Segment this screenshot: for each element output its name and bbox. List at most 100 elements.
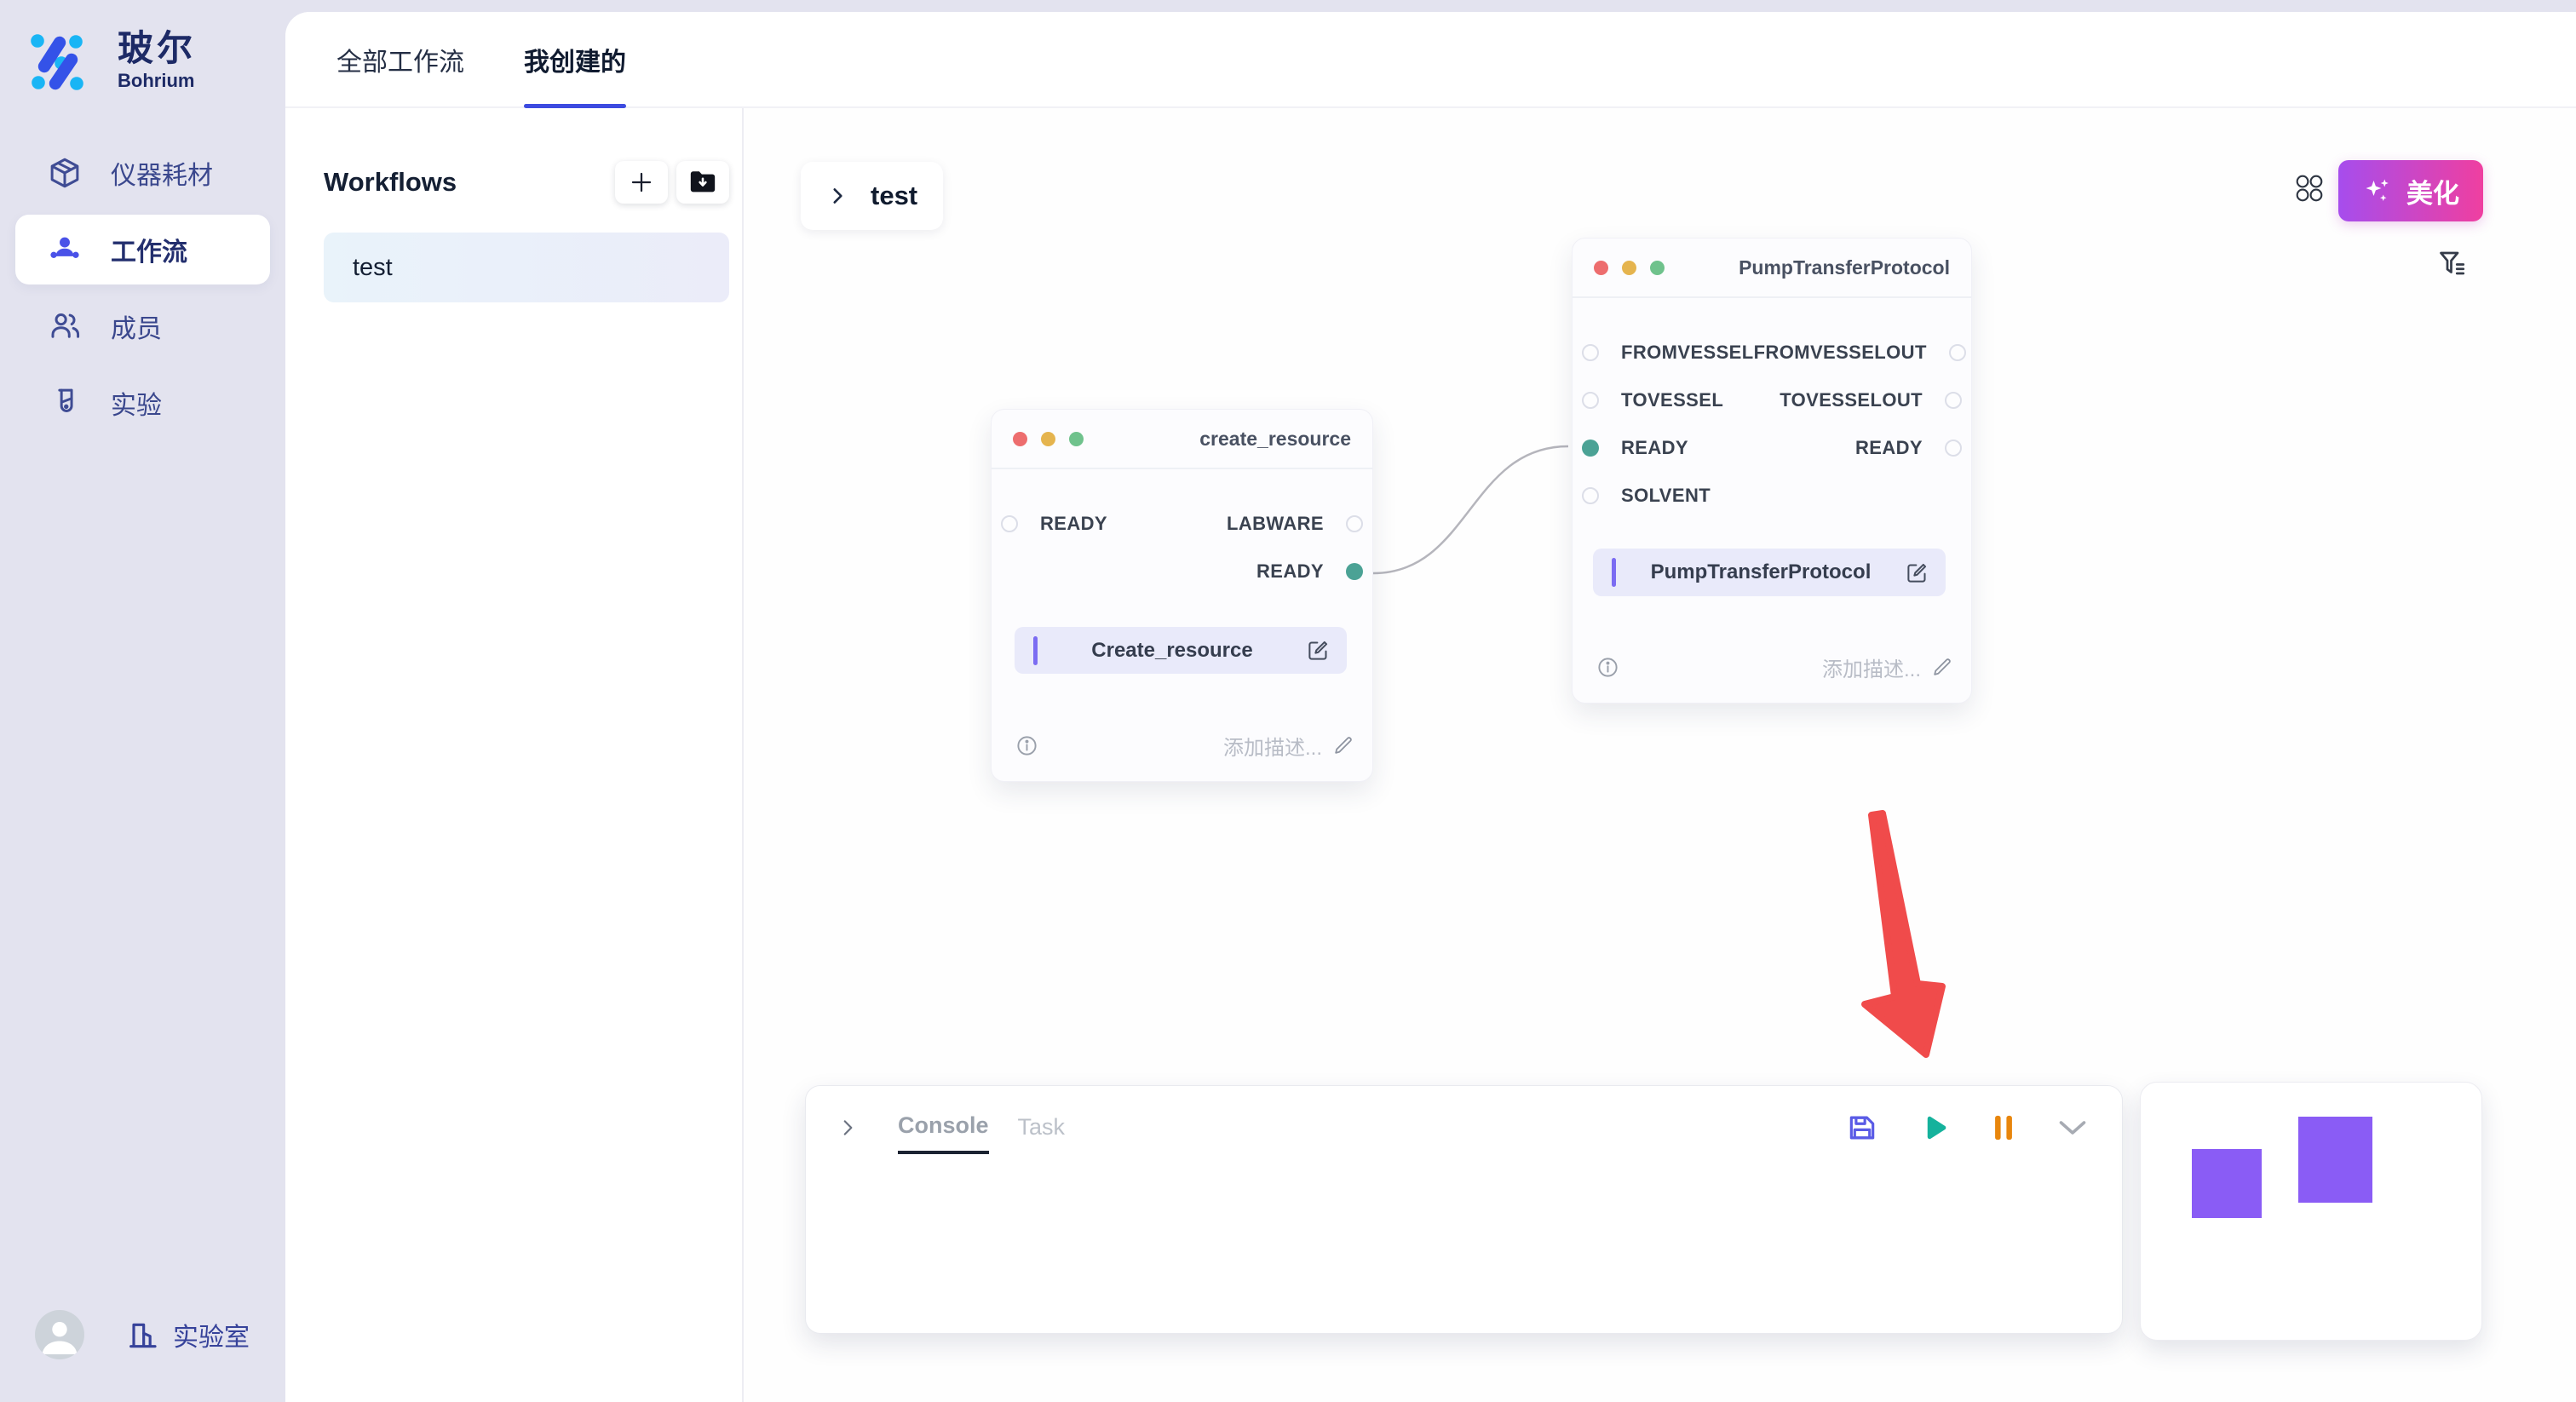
chip-label: Create_resource (1038, 639, 1307, 663)
traffic-light-green (1069, 432, 1084, 446)
beautify-label: 美化 (2406, 172, 2459, 210)
sidebar-item-label: 成员 (111, 307, 162, 345)
description-placeholder: 添加描述... (1223, 731, 1322, 761)
workflow-tabs: 全部工作流 我创建的 (285, 12, 2576, 108)
edit-icon[interactable] (1307, 639, 1330, 662)
bohrium-logo-icon (27, 29, 95, 97)
node-header: create_resource (992, 410, 1372, 469)
sidebar-item-members[interactable]: 成员 (15, 291, 270, 361)
output-port-tovesselout[interactable] (1945, 392, 1962, 409)
node-pump-transfer-protocol[interactable]: PumpTransferProtocol FROMVESSEL FROMVESS… (1572, 238, 1972, 704)
port-label: SOLVENT (1621, 485, 1711, 507)
members-icon (46, 307, 83, 345)
port-label: LABWARE (1227, 513, 1324, 535)
tab-created-by-me[interactable]: 我创建的 (524, 12, 626, 106)
output-port-ready[interactable] (1346, 563, 1363, 580)
tab-all-workflows[interactable]: 全部工作流 (336, 12, 464, 106)
filter-icon[interactable] (2437, 248, 2468, 279)
port-label: READY (1256, 560, 1324, 583)
box-icon (46, 154, 83, 192)
avatar[interactable] (35, 1310, 84, 1359)
canvas-breadcrumb[interactable]: test (801, 162, 943, 230)
node-create-resource[interactable]: create_resource READY LABWARE (991, 409, 1373, 782)
sidebar-item-workflow[interactable]: 工作流 (15, 215, 270, 284)
info-icon[interactable] (1015, 734, 1038, 757)
input-port-ready[interactable] (1001, 515, 1018, 532)
output-port-labware[interactable] (1346, 515, 1363, 532)
collapse-icon[interactable] (2057, 1118, 2088, 1138)
info-icon[interactable] (1596, 656, 1619, 679)
traffic-light-green (1650, 261, 1665, 275)
sidebar-item-experiment[interactable]: 实验 (15, 368, 270, 438)
port-label: FROMVESSELOUT (1754, 342, 1927, 364)
node-title: PumpTransferProtocol (1739, 256, 1950, 279)
workflow-canvas[interactable]: test 美化 (744, 108, 2576, 1402)
save-icon[interactable] (1846, 1112, 1878, 1144)
workflow-item-label: test (353, 254, 393, 282)
port-label: READY (1040, 513, 1107, 535)
add-workflow-button[interactable] (615, 161, 668, 204)
node-action-chip[interactable]: Create_resource (1015, 627, 1347, 674)
node-title: create_resource (1199, 428, 1351, 451)
edit-icon[interactable] (1906, 561, 1929, 584)
node-header: PumpTransferProtocol (1573, 238, 1971, 298)
brand-name: 玻尔 (118, 29, 196, 68)
folder-download-icon (688, 170, 717, 195)
add-description[interactable]: 添加描述... (1822, 652, 1952, 682)
console-header: Console Task (806, 1086, 2122, 1154)
node-action-chip[interactable]: PumpTransferProtocol (1593, 549, 1946, 596)
traffic-light-red (1594, 261, 1608, 275)
console-panel: Console Task (805, 1085, 2123, 1334)
plus-icon (629, 170, 654, 195)
team-icon (46, 231, 83, 268)
command-icon[interactable] (2294, 173, 2325, 204)
sparkles-icon (2362, 175, 2393, 206)
port-row: SOLVENT (1573, 472, 1971, 520)
sidebar-nav: 仪器耗材 工作流 (15, 138, 270, 445)
port-label: READY (1621, 437, 1688, 459)
tab-label: 我创建的 (524, 41, 626, 78)
pencil-icon (1332, 735, 1354, 756)
breadcrumb-label: test (871, 181, 917, 211)
pause-icon[interactable] (1991, 1113, 2016, 1142)
workspace-label: 实验室 (173, 1316, 250, 1353)
add-description[interactable]: 添加描述... (1223, 731, 1354, 761)
port-row: TOVESSEL TOVESSELOUT (1573, 376, 1971, 424)
output-port-ready[interactable] (1945, 440, 1962, 457)
sidebar-item-label: 工作流 (111, 231, 187, 268)
minimap-node (2298, 1117, 2372, 1203)
workflow-list-item-test[interactable]: test (324, 233, 729, 302)
brand-subtitle: Bohrium (118, 70, 196, 92)
input-port-solvent[interactable] (1582, 487, 1599, 504)
input-port-tovessel[interactable] (1582, 392, 1599, 409)
pencil-icon (1931, 657, 1952, 678)
traffic-light-red (1013, 432, 1027, 446)
workspace-switcher[interactable]: 实验室 (125, 1316, 250, 1353)
beautify-button[interactable]: 美化 (2338, 160, 2483, 221)
traffic-light-yellow (1041, 432, 1055, 446)
run-icon[interactable] (1919, 1112, 1950, 1143)
experiment-icon (46, 384, 83, 422)
input-port-ready[interactable] (1582, 440, 1599, 457)
node-footer: 添加描述... (1596, 652, 1952, 682)
chip-label: PumpTransferProtocol (1616, 560, 1906, 584)
sidebar-item-label: 实验 (111, 384, 162, 422)
port-label: READY (1855, 437, 1923, 459)
import-folder-button[interactable] (676, 161, 729, 204)
minimap[interactable] (2140, 1082, 2482, 1341)
sidebar-item-instruments[interactable]: 仪器耗材 (15, 138, 270, 208)
chevron-right-icon[interactable] (837, 1117, 859, 1139)
output-port-fromvesselout[interactable] (1949, 344, 1966, 361)
port-row: FROMVESSEL FROMVESSELOUT (1573, 329, 1971, 376)
task-tab[interactable]: Task (1018, 1114, 1066, 1152)
port-row: READY READY (1573, 424, 1971, 472)
console-tab[interactable]: Console (898, 1112, 989, 1154)
brand-text: 玻尔 Bohrium (118, 29, 196, 92)
node-ports: READY LABWARE READY (992, 469, 1372, 595)
port-label: TOVESSEL (1621, 389, 1723, 411)
port-row: READY LABWARE (992, 500, 1372, 548)
port-row: READY (992, 548, 1372, 595)
traffic-lights (1013, 432, 1199, 446)
input-port-fromvessel[interactable] (1582, 344, 1599, 361)
minimap-node (2192, 1149, 2262, 1218)
